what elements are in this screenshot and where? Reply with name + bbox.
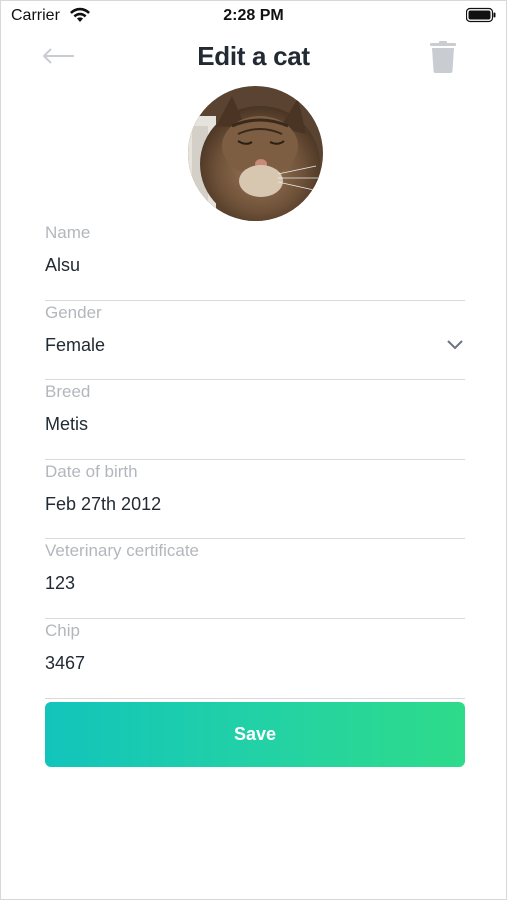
veterinary-certificate-field[interactable]: Veterinary certificate 123 xyxy=(45,539,465,619)
clock: 2:28 PM xyxy=(223,7,284,24)
veterinary-certificate-label: Veterinary certificate xyxy=(45,541,200,561)
date-of-birth-field[interactable]: Date of birth Feb 27th 2012 xyxy=(45,460,465,540)
chevron-down-icon[interactable] xyxy=(445,337,465,351)
gender-label: Gender xyxy=(45,302,102,322)
avatar[interactable] xyxy=(188,86,323,221)
battery-icon xyxy=(466,7,496,23)
trash-icon[interactable] xyxy=(430,41,456,73)
status-bar: Carrier 2:28 PM xyxy=(1,1,506,31)
gender-select[interactable]: Gender Female xyxy=(45,301,465,381)
cat-photo xyxy=(188,86,323,221)
veterinary-certificate-value[interactable]: 123 xyxy=(45,573,75,594)
chip-value[interactable]: 3467 xyxy=(45,653,85,674)
breed-value[interactable]: Metis xyxy=(45,414,88,435)
date-of-birth-label: Date of birth xyxy=(45,461,138,481)
name-value[interactable]: Alsu xyxy=(45,255,80,276)
cat-form: Name Alsu Gender Female Breed Metis Date… xyxy=(45,221,465,699)
gender-value[interactable]: Female xyxy=(45,335,105,356)
name-label: Name xyxy=(45,223,91,242)
date-of-birth-value[interactable]: Feb 27th 2012 xyxy=(45,494,161,515)
breed-label: Breed xyxy=(45,382,91,402)
breed-field[interactable]: Breed Metis xyxy=(45,380,465,460)
name-field[interactable]: Name Alsu xyxy=(45,221,465,301)
chip-label: Chip xyxy=(45,620,80,640)
save-button[interactable]: Save xyxy=(45,702,465,767)
chip-field[interactable]: Chip 3467 xyxy=(45,619,465,699)
